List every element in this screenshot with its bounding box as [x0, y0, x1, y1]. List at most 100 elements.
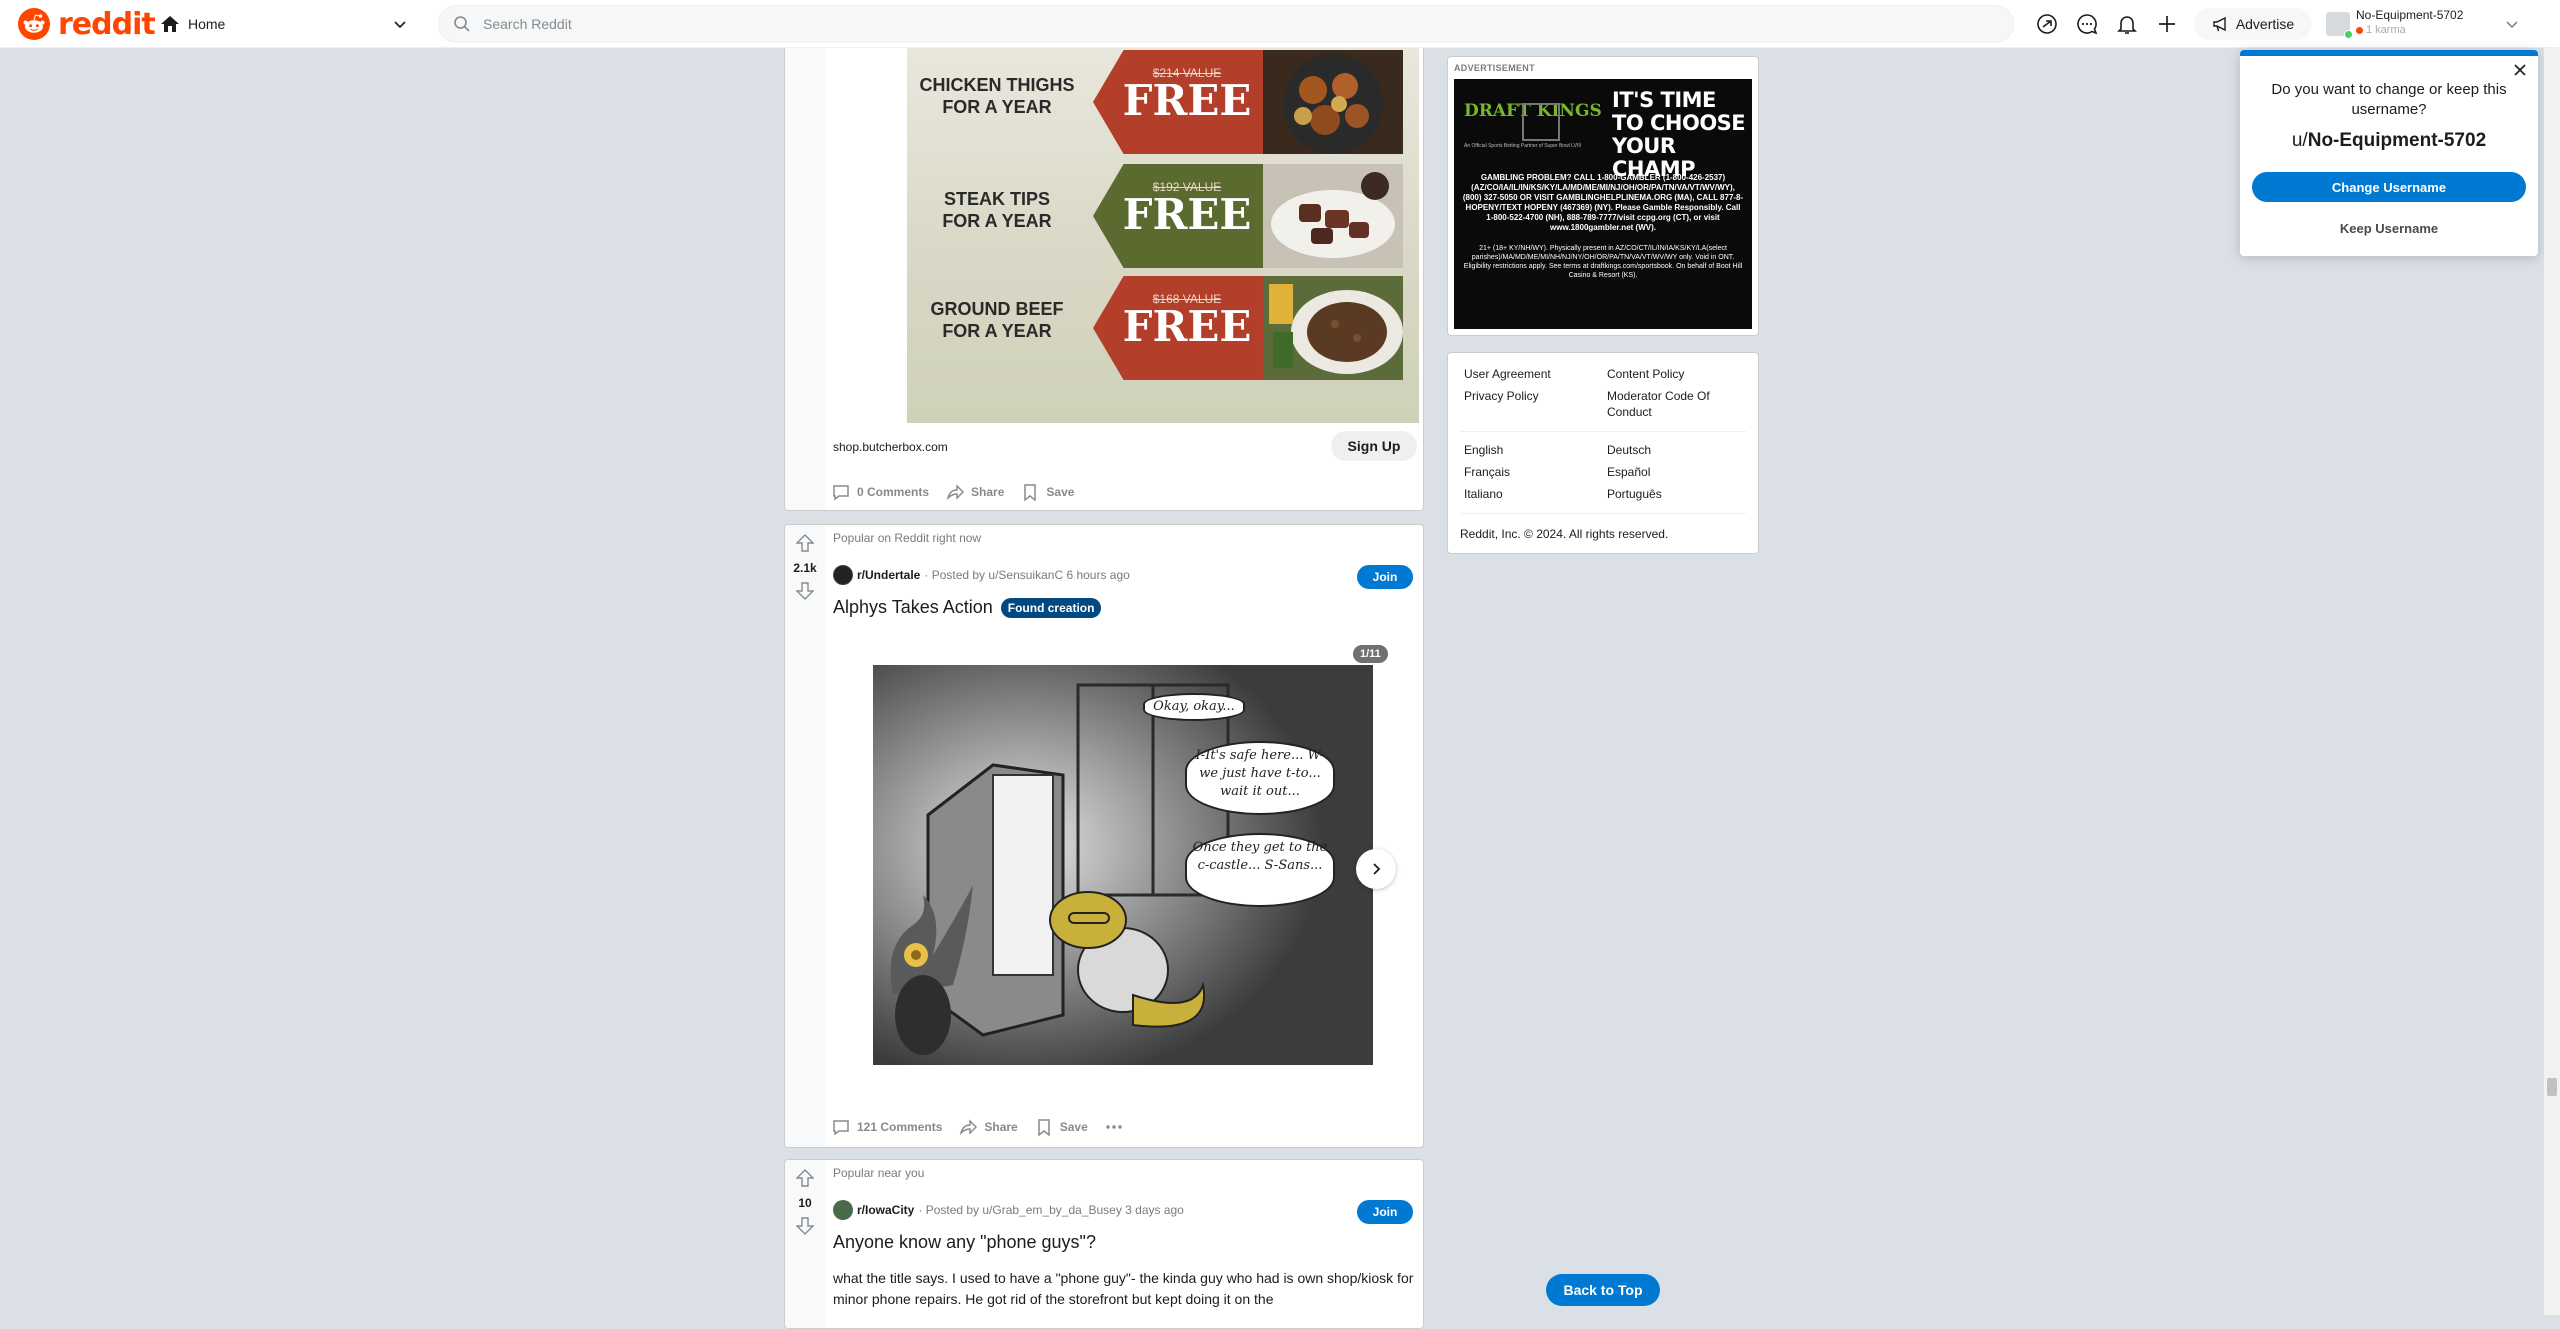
sign-up-button[interactable]: Sign Up [1331, 431, 1417, 461]
post-title[interactable]: Alphys Takes Action Found creation [833, 597, 1102, 618]
back-to-top-button[interactable]: Back to Top [1546, 1274, 1660, 1306]
post-title-text: Anyone know any "phone guys"? [833, 1232, 1096, 1252]
vote-score: 2.1k [793, 561, 817, 575]
promoted-post[interactable]: CHICKEN THIGHS FOR A YEAR $214 VALUE FREE… [784, 48, 1424, 511]
upvote-arrow-icon[interactable] [796, 533, 814, 553]
ad-headline: IT'S TIME TO CHOOSE YOUR CHAMP [1612, 88, 1746, 181]
chevron-right-icon [1373, 863, 1381, 875]
moderator-code-link[interactable]: Moderator Code Of Conduct [1607, 388, 1737, 420]
steak-tips-image [1263, 164, 1403, 268]
close-icon[interactable] [2512, 62, 2528, 78]
username-prefix: u/ [2291, 130, 2308, 151]
post-context-label: Popular near you [833, 1166, 925, 1180]
join-button[interactable]: Join [1357, 1200, 1413, 1224]
ad-fine-print: GAMBLING PROBLEM? CALL 1-800-GAMBLER (1-… [1462, 173, 1744, 232]
draftkings-ad-image[interactable]: DRAFT KINGS An Official Sports Betting P… [1454, 79, 1752, 329]
ad-domain-link[interactable]: shop.butcherbox.com [833, 440, 948, 454]
language-english-link[interactable]: English [1464, 443, 1503, 457]
popup-question: Do you want to change or keep this usern… [2271, 81, 2507, 118]
online-status-dot [2344, 30, 2353, 39]
search-input[interactable] [481, 15, 1885, 33]
bookmark-icon [1037, 1119, 1050, 1137]
gallery-counter: 1/11 [1353, 645, 1388, 663]
user-name: No-Equipment-5702 [2356, 8, 2464, 22]
ad-partner-text: An Official Sports Betting Partner of Su… [1464, 143, 1582, 149]
subreddit-link[interactable]: r/IowaCity [857, 1203, 914, 1217]
downvote-arrow-icon[interactable] [796, 581, 814, 601]
keep-username-button[interactable]: Keep Username [2252, 213, 2526, 243]
save-label: Save [1046, 485, 1075, 499]
advertise-button[interactable]: Advertise [2194, 8, 2312, 40]
ad-offer-free: FREE [1122, 190, 1252, 239]
subreddit-link[interactable]: r/Undertale [857, 568, 920, 582]
user-menu-dropdown[interactable]: No-Equipment-5702 1 karma [2322, 4, 2528, 44]
comments-button[interactable]: 0 Comments [831, 482, 929, 502]
divider [1460, 431, 1746, 432]
copyright-text: Reddit, Inc. © 2024. All rights reserved… [1460, 527, 1669, 541]
post-content: Popular on Reddit right now r/Undertale … [825, 525, 1423, 1147]
vote-column: 10 [785, 1160, 825, 1328]
bookmark-icon [1024, 484, 1037, 502]
comments-button[interactable]: 121 Comments [831, 1117, 942, 1137]
post-flair[interactable]: Found creation [1000, 597, 1102, 618]
more-options-button[interactable] [1104, 1117, 1130, 1137]
share-icon [960, 1119, 978, 1136]
page-scrollbar[interactable] [2544, 48, 2560, 1315]
chat-icon[interactable] [2075, 12, 2099, 36]
post-context-label: Popular on Reddit right now [833, 531, 982, 545]
language-italiano-link[interactable]: Italiano [1464, 487, 1503, 501]
change-username-button[interactable]: Change Username [2252, 172, 2526, 202]
home-label: Home [188, 16, 226, 32]
speech-bubble: I-It's safe here... W-we just have t-to.… [1185, 741, 1335, 815]
more-options-icon [1106, 1125, 1122, 1129]
privacy-policy-link[interactable]: Privacy Policy [1464, 389, 1539, 403]
post-title[interactable]: Anyone know any "phone guys"? [833, 1232, 1096, 1253]
post-body-text: what the title says. I used to have a "p… [833, 1270, 1414, 1307]
sidebar-advertisement[interactable]: ADVERTISEMENT DRAFT KINGS An Official Sp… [1447, 56, 1759, 336]
feed-post[interactable]: 10 Popular near you r/IowaCity · Posted … [784, 1159, 1424, 1329]
save-button[interactable]: Save [1020, 482, 1074, 502]
share-label: Share [984, 1120, 1018, 1134]
content-policy-link[interactable]: Content Policy [1607, 367, 1684, 381]
language-espanol-link[interactable]: Español [1607, 465, 1650, 479]
home-feed-dropdown[interactable]: Home [160, 8, 416, 40]
subreddit-icon[interactable] [833, 565, 853, 585]
share-button[interactable]: Share [945, 482, 1004, 502]
divider [1460, 513, 1746, 514]
downvote-arrow-icon[interactable] [796, 1216, 814, 1236]
ground-beef-image [1263, 276, 1403, 380]
create-post-plus-icon[interactable] [2155, 12, 2179, 36]
search-bar[interactable] [438, 5, 2014, 43]
upvote-arrow-icon[interactable] [796, 1168, 814, 1188]
posted-by-text: · Posted by u/Grab_em_by_da_Busey 3 days… [918, 1203, 1184, 1217]
join-button[interactable]: Join [1357, 565, 1413, 589]
user-karma: 1 karma [2366, 24, 2406, 36]
feed-post[interactable]: 2.1k Popular on Reddit right now r/Under… [784, 524, 1424, 1148]
popular-arrow-icon[interactable] [2035, 12, 2059, 36]
post-content: Popular near you r/IowaCity · Posted by … [825, 1160, 1423, 1328]
notification-bell-icon[interactable] [2115, 12, 2139, 36]
ad-offer-label: GROUND BEEF FOR A YEAR [930, 299, 1064, 341]
language-francais-link[interactable]: Français [1464, 465, 1510, 479]
ad-offer-row: CHICKEN THIGHS FOR A YEAR $214 VALUE FREE [907, 48, 1419, 158]
scrollbar-thumb[interactable] [2547, 1078, 2557, 1096]
save-button[interactable]: Save [1034, 1117, 1088, 1137]
ad-offer-free: FREE [1122, 302, 1252, 351]
subreddit-icon[interactable] [833, 1200, 853, 1220]
ad-image[interactable]: CHICKEN THIGHS FOR A YEAR $214 VALUE FREE… [907, 48, 1419, 423]
gallery-next-button[interactable] [1356, 849, 1396, 889]
user-agreement-link[interactable]: User Agreement [1464, 367, 1551, 381]
share-icon [946, 484, 965, 501]
username-popup: Do you want to change or keep this usern… [2240, 50, 2538, 256]
chicken-thighs-image [1263, 50, 1403, 154]
language-portugues-link[interactable]: Português [1607, 487, 1662, 501]
share-button[interactable]: Share [958, 1117, 1018, 1137]
reddit-logo[interactable]: reddit [18, 7, 156, 42]
advertise-label: Advertise [2235, 16, 2295, 32]
gallery-image[interactable]: Okay, okay... I-It's safe here... W-we j… [873, 665, 1373, 1065]
save-label: Save [1059, 1120, 1088, 1134]
language-deutsch-link[interactable]: Deutsch [1607, 443, 1651, 457]
advertisement-label: ADVERTISEMENT [1454, 63, 1535, 73]
post-meta: r/IowaCity · Posted by u/Grab_em_by_da_B… [833, 1200, 1184, 1220]
chevron-down-icon [394, 21, 406, 29]
